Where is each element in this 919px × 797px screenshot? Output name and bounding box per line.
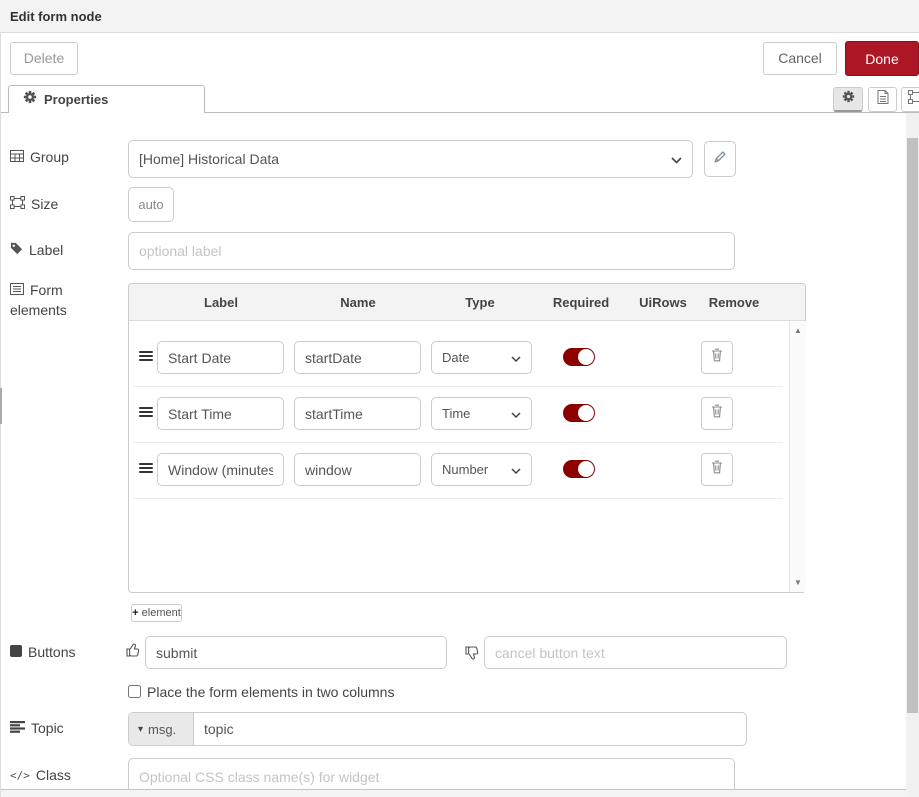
element-type-select[interactable]: Number (431, 453, 532, 486)
delete-button[interactable]: Delete (10, 42, 78, 75)
msg-prefix-label: msg. (148, 722, 176, 737)
group-select-value: [Home] Historical Data (139, 151, 279, 167)
thumbs-down-icon (465, 645, 481, 666)
text-lines-icon (10, 720, 25, 736)
page-scrollbar-thumb[interactable] (907, 138, 918, 713)
dialog-header (0, 0, 919, 33)
element-name-input[interactable] (294, 341, 421, 374)
edit-form-node-dialog: Edit form node Delete Cancel Done Proper… (0, 0, 919, 797)
table-row: Date (129, 331, 789, 386)
dialog-title: Edit form node (10, 0, 102, 33)
required-toggle[interactable] (563, 460, 595, 478)
size-field-label: Size (10, 196, 58, 212)
table-scrollbar[interactable]: ▲ ▼ (789, 321, 806, 592)
remove-row-button[interactable] (701, 397, 733, 430)
two-columns-checkbox[interactable] (128, 685, 141, 698)
trash-icon (711, 348, 723, 367)
topic-value[interactable]: topic (194, 713, 746, 745)
label-input[interactable] (128, 232, 735, 270)
trash-icon (711, 460, 723, 479)
required-toggle[interactable] (563, 404, 595, 422)
tag-icon (10, 242, 23, 258)
add-element-button[interactable]: + element (131, 604, 182, 622)
drag-handle-icon[interactable] (139, 349, 153, 363)
group-select[interactable]: [Home] Historical Data (128, 140, 693, 178)
gear-icon (842, 90, 855, 108)
cancel-button[interactable]: Cancel (763, 42, 837, 75)
element-name-input[interactable] (294, 453, 421, 486)
required-toggle[interactable] (563, 348, 595, 366)
edit-group-button[interactable] (704, 141, 736, 177)
selection-rect-icon (908, 90, 919, 109)
remove-row-button[interactable] (701, 341, 733, 374)
chevron-down-icon (671, 151, 682, 167)
scroll-up-icon[interactable]: ▲ (790, 326, 806, 335)
buttons-field-label: Buttons (10, 644, 75, 660)
class-field-label: </> Class (10, 767, 71, 783)
label-field-label: Label (10, 242, 63, 258)
col-header-type: Type (428, 284, 532, 321)
col-header-label: Label (169, 284, 273, 321)
pencil-icon (713, 150, 727, 169)
trash-icon (711, 404, 723, 423)
msg-type-select[interactable]: ▾ msg. (129, 713, 194, 745)
gear-icon (23, 90, 37, 109)
thumbs-up-icon (126, 642, 142, 663)
topic-typed-input: ▾ msg. topic (128, 712, 747, 746)
document-icon (877, 90, 889, 109)
caret-down-icon: ▾ (138, 724, 143, 735)
drag-handle-icon[interactable] (139, 461, 153, 475)
element-name-input[interactable] (294, 397, 421, 430)
table-header-row: Label Name Type Required UiRows Remove (129, 284, 805, 321)
size-handles-icon (10, 196, 25, 212)
description-icon-button[interactable] (868, 87, 897, 112)
chevron-down-icon (511, 406, 521, 421)
list-alt-icon (10, 282, 24, 298)
submit-button-text-input[interactable] (145, 636, 447, 669)
table-row: Number (129, 443, 789, 498)
col-header-name: Name (306, 284, 410, 321)
remove-row-button[interactable] (701, 453, 733, 486)
element-label-input[interactable] (157, 397, 284, 430)
row-separator (133, 498, 783, 499)
table-icon (10, 149, 24, 165)
table-row: Time (129, 387, 789, 442)
form-elements-field-label-line2: elements (10, 302, 67, 318)
done-button[interactable]: Done (845, 41, 919, 76)
cancel-button-text-input[interactable] (484, 636, 787, 669)
scroll-down-icon[interactable]: ▼ (790, 578, 806, 587)
square-icon (10, 644, 22, 660)
tab-properties-label: Properties (44, 92, 108, 107)
tab-properties[interactable]: Properties (8, 85, 205, 113)
dialog-bottom-edge (0, 789, 906, 797)
form-elements-table: Label Name Type Required UiRows Remove D… (128, 283, 806, 593)
panel-drag-grip[interactable] (0, 388, 2, 424)
element-label-input[interactable] (157, 453, 284, 486)
properties-icon-button[interactable] (833, 87, 863, 112)
chevron-down-icon (511, 350, 521, 365)
group-field-label: Group (10, 149, 69, 165)
element-type-select[interactable]: Date (431, 341, 532, 374)
size-auto-button[interactable]: auto (128, 187, 174, 222)
form-elements-field-label: Form (10, 282, 63, 298)
col-header-remove: Remove (682, 284, 786, 321)
element-label-input[interactable] (157, 341, 284, 374)
chevron-down-icon (511, 462, 521, 477)
code-icon: </> (10, 769, 30, 782)
two-columns-checkbox-label[interactable]: Place the form elements in two columns (147, 684, 394, 700)
topic-field-label: Topic (10, 720, 64, 736)
appearance-icon-button[interactable] (901, 87, 919, 112)
element-type-select[interactable]: Time (431, 397, 532, 430)
drag-handle-icon[interactable] (139, 405, 153, 419)
